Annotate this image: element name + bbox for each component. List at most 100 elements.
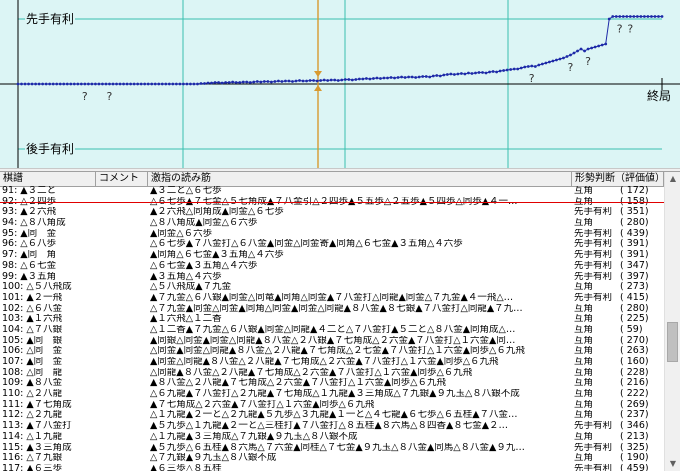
eval-point xyxy=(58,82,62,86)
eval-point xyxy=(245,80,249,84)
eval-point xyxy=(125,82,129,86)
table-row[interactable]: 97: ▲同 角 ▲同角△６七金▲３五角△４六歩 先手有利 ( 391) xyxy=(0,250,664,261)
table-row[interactable]: 113: ▲７八金打 ▲５九歩△１九龍▲２一と△三桂打▲７八金打△８五桂▲８六馬△… xyxy=(0,421,664,432)
eval-point xyxy=(79,82,83,86)
eval-point xyxy=(273,80,277,83)
eval-line xyxy=(18,16,662,85)
table-row[interactable]: 93: ▲２六飛 ▲２六飛△同角成▲同金△６七歩 先手有利 ( 351) xyxy=(0,207,664,218)
table-row[interactable]: 100: △５八飛成 △５八飛成▲７九金 互角 ( 273) xyxy=(0,282,664,293)
table-row[interactable]: 94: △８八角成 △８八角成▲同金△６六歩 互角 ( 280) xyxy=(0,218,664,229)
pv-cell: ▲２六飛△同角成▲同金△６七歩 xyxy=(150,207,284,218)
move-cell: 100: △５八飛成 xyxy=(2,282,72,293)
pv-cell: ▲同角△６七金▲３五角△４六歩 xyxy=(150,250,284,261)
table-row[interactable]: 99: ▲３五角 ▲３五角△４六歩 先手有利 ( 397) xyxy=(0,272,664,283)
eval-point xyxy=(421,75,425,78)
move-cell: 102: △６八金 xyxy=(2,303,63,314)
header-pv[interactable]: 激指の読み筋 xyxy=(148,172,572,186)
eval-point xyxy=(474,71,477,75)
eval-point xyxy=(484,71,488,75)
table-row[interactable]: 112: △２九龍 △１九龍▲２一と△２九龍▲５九歩△３九龍▲１一と△４七龍▲６七… xyxy=(0,410,664,421)
table-row[interactable]: 114: △１九龍 △１九龍▲３三角成△７九銀▲９九玉△８八銀不成 互角 ( 213) xyxy=(0,432,664,443)
move-cell: 97: ▲同 角 xyxy=(2,250,57,261)
eval-point xyxy=(171,82,175,86)
pv-cell: ▲同金△同龍▲８八金△２八龍▲７七角成△２六金▲７八金打△１六金▲同歩△６九飛 xyxy=(150,357,499,367)
eval-point xyxy=(227,81,231,84)
vertical-scrollbar[interactable]: ▲ ▼ xyxy=(664,172,680,471)
move-cell: 110: △２八龍 xyxy=(2,389,63,400)
eval-point xyxy=(111,82,115,86)
eval-value-cell: ( 280) xyxy=(620,218,649,229)
eval-point xyxy=(586,47,590,51)
pv-cell: △８八角成▲同金△６六歩 xyxy=(150,218,258,229)
eval-value-cell: ( 346) xyxy=(620,421,649,432)
table-row[interactable]: 105: ▲同 銀 ▲同銀△同金▲同金△同龍▲８八金△２八銀▲７七角成△２六金▲７… xyxy=(0,336,664,347)
eval-graph[interactable]: ??????? 先手有利 後手有利 終局 xyxy=(0,0,680,168)
pv-cell: ▲５九歩△１九龍▲２一と△三桂打▲７八金打△８五桂▲８六馬△８四香▲８七金▲２… xyxy=(150,421,509,432)
table-row[interactable]: 103: ▲１六飛 ▲１六飛△１二香 互角 ( 225) xyxy=(0,314,664,325)
table-row[interactable]: 96: △６八歩 △６七歩▲７八金打△６八金▲同金△同金寄▲同角△６七金▲３五角△… xyxy=(0,239,664,250)
table-row[interactable]: 117: ▲６三歩 ▲６三歩△８五桂 先手有利 ( 459) xyxy=(0,464,664,471)
move-cell: 109: ▲８八金 xyxy=(2,378,63,389)
move-cell: 93: ▲２六飛 xyxy=(2,207,57,218)
eval-point xyxy=(27,82,30,86)
eval-point xyxy=(635,15,639,18)
move-cell: 112: △２九龍 xyxy=(2,410,63,421)
pv-cell: ▲６三歩△８五桂 xyxy=(150,463,222,471)
eval-point xyxy=(16,82,20,86)
table-row[interactable]: 104: △７八銀 △１二香▲７九金△６八銀▲同金△同龍▲４二と△７八金打▲５二と… xyxy=(0,325,664,336)
pv-cell: ▲同銀△同金▲同金△同龍▲８八金△２八銀▲７七角成△２六金▲７八金打△１六金▲同… xyxy=(150,335,516,346)
cursor-up-icon xyxy=(314,85,322,91)
eval-point xyxy=(372,77,375,80)
table-row[interactable]: 108: △同 龍 △同龍▲８八金△２八龍▲７七角成△２六金▲７八金打△１六金▲同… xyxy=(0,368,664,379)
judgement-cell: 先手有利 xyxy=(574,271,613,282)
eval-point xyxy=(368,77,372,81)
questionable-move-mark: ? xyxy=(568,61,574,74)
eval-point xyxy=(650,15,653,18)
eval-point xyxy=(442,73,446,77)
table-row[interactable]: 102: △６八金 △７九金▲同金△同金▲同角△同金▲同金△同龍▲８八金▲８七銀▲… xyxy=(0,304,664,315)
move-cell: 103: ▲１六飛 xyxy=(2,314,63,325)
eval-point xyxy=(653,15,657,18)
table-row[interactable]: 115: ▲３三角成 ▲５九歩△６五桂▲８六馬△７六金▲同桂△７七金▲９九玉△８八… xyxy=(0,443,664,454)
eval-point xyxy=(407,75,411,79)
eval-point xyxy=(322,78,326,82)
scrollbar-thumb[interactable] xyxy=(667,322,678,362)
table-row[interactable]: 107: ▲同 金 ▲同金△同龍▲８八金△２八龍▲７七角成△２六金▲７八金打△１六… xyxy=(0,357,664,368)
eval-value-cell: ( 263) xyxy=(620,346,649,357)
scroll-up-icon[interactable]: ▲ xyxy=(666,172,680,186)
table-row[interactable]: 116: △７九銀 △７九銀▲９九玉△８八銀不成 互角 ( 190) xyxy=(0,453,664,464)
table-row[interactable]: 98: △６七金 △６七金▲３五角△４六歩 先手有利 ( 347) xyxy=(0,261,664,272)
table-row[interactable]: 111: ▲７七角成 ▲７七角成△２六金▲７八金打△１六金▲同歩△６九飛 互角 ( 2… xyxy=(0,400,664,411)
header-kifu[interactable]: 棋譜 xyxy=(0,172,96,186)
eval-point xyxy=(562,56,565,60)
table-row[interactable]: 91: ▲３二と ▲３二と△６七歩 互角 ( 172) xyxy=(0,186,664,197)
pv-cell: △同龍▲８八金△２八龍▲７七角成△２六金▲７八金打△１六金▲同歩△６九飛 xyxy=(150,367,473,378)
eval-point xyxy=(657,15,660,18)
eval-point xyxy=(551,59,555,63)
eval-point xyxy=(502,69,506,72)
header-comment[interactable]: コメント xyxy=(96,172,148,186)
eval-point xyxy=(509,68,513,71)
move-cell: 94: △８八角成 xyxy=(2,218,66,229)
move-analysis-list[interactable]: 棋譜 コメント 激指の読み筋 形勢判断（評価値） 91: ▲３二と ▲３二と△６七… xyxy=(0,172,680,471)
table-row[interactable]: 106: △同 金 △同金▲同金△同龍▲８八金△２八龍▲７七角成△２七金▲７八金打… xyxy=(0,346,664,357)
eval-point xyxy=(94,82,97,86)
eval-point xyxy=(196,82,199,86)
eval-point xyxy=(410,75,414,79)
eval-point xyxy=(512,67,516,71)
table-row[interactable]: 101: ▲２一飛 ▲７九金△６八銀▲同金△同竜▲同角△同金▲７八金打△同龍▲同金… xyxy=(0,293,664,304)
eval-point xyxy=(108,82,111,86)
table-row[interactable]: 95: ▲同 金 ▲同金△６六歩 先手有利 ( 439) xyxy=(0,229,664,240)
eval-value-cell: ( 269) xyxy=(620,399,649,410)
table-row[interactable]: 109: ▲８八金 ▲８八金△２八龍▲７七角成△２六金▲７八金打△１六金▲同歩△６… xyxy=(0,378,664,389)
eval-point xyxy=(220,81,224,85)
eval-point xyxy=(481,71,484,74)
move-cell: 117: ▲６三歩 xyxy=(2,463,63,471)
scroll-down-icon[interactable]: ▼ xyxy=(666,457,680,471)
eval-point xyxy=(55,82,59,86)
table-row[interactable]: 110: △２八龍 △６九龍▲７八金打△２九龍▲７七角成△１九龍▲３三角成△７九銀… xyxy=(0,389,664,400)
eval-point xyxy=(435,74,439,77)
header-judgement[interactable]: 形勢判断（評価値） xyxy=(572,172,664,186)
eval-point xyxy=(277,79,280,83)
eval-point xyxy=(231,80,235,84)
